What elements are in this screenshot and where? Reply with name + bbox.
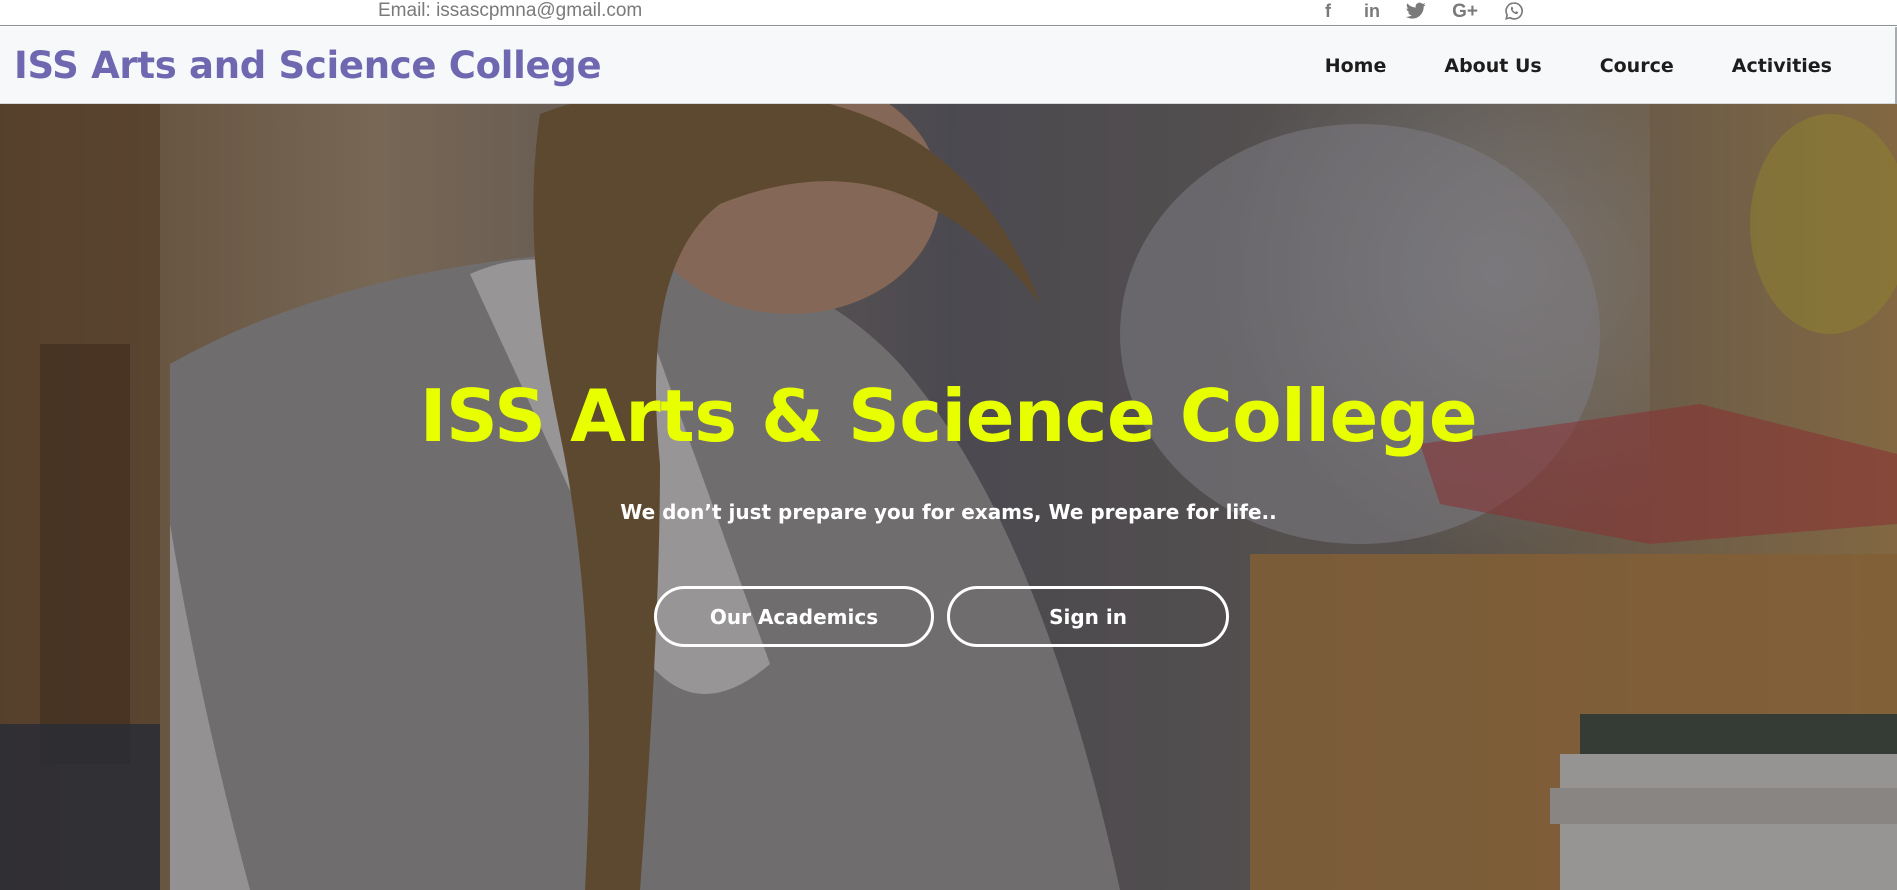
twitter-icon[interactable] [1406, 1, 1426, 21]
contact-email[interactable]: Email: issascpmna@gmail.com [378, 0, 642, 22]
nav-menu: Home About Us Cource Activities [1296, 27, 1861, 104]
nav-item-activities[interactable]: Activities [1703, 55, 1861, 77]
social-links: f in G+ [1318, 0, 1524, 22]
hero-overlay [0, 104, 1897, 890]
hero-actions: Our Academics Sign in [654, 586, 1229, 647]
whatsapp-icon[interactable] [1504, 1, 1524, 21]
linkedin-icon[interactable]: in [1362, 1, 1382, 21]
site-brand[interactable]: ISS Arts and Science College [14, 27, 602, 104]
hero-title: ISS Arts & Science College [419, 374, 1478, 458]
nav-item-home[interactable]: Home [1296, 55, 1416, 77]
hero-banner: ISS Arts & Science College We don’t just… [0, 104, 1897, 890]
hero-subtitle: We don’t just prepare you for exams, We … [620, 500, 1277, 524]
nav-item-about-us[interactable]: About Us [1415, 55, 1570, 77]
top-contact-bar: Email: issascpmna@gmail.com f in G+ [0, 0, 1897, 26]
main-navbar: ISS Arts and Science College Home About … [0, 27, 1897, 104]
google-plus-icon[interactable]: G+ [1450, 1, 1480, 21]
our-academics-button[interactable]: Our Academics [654, 586, 934, 647]
sign-in-button[interactable]: Sign in [947, 586, 1229, 647]
nav-item-cource[interactable]: Cource [1571, 55, 1703, 77]
facebook-icon[interactable]: f [1318, 1, 1338, 21]
